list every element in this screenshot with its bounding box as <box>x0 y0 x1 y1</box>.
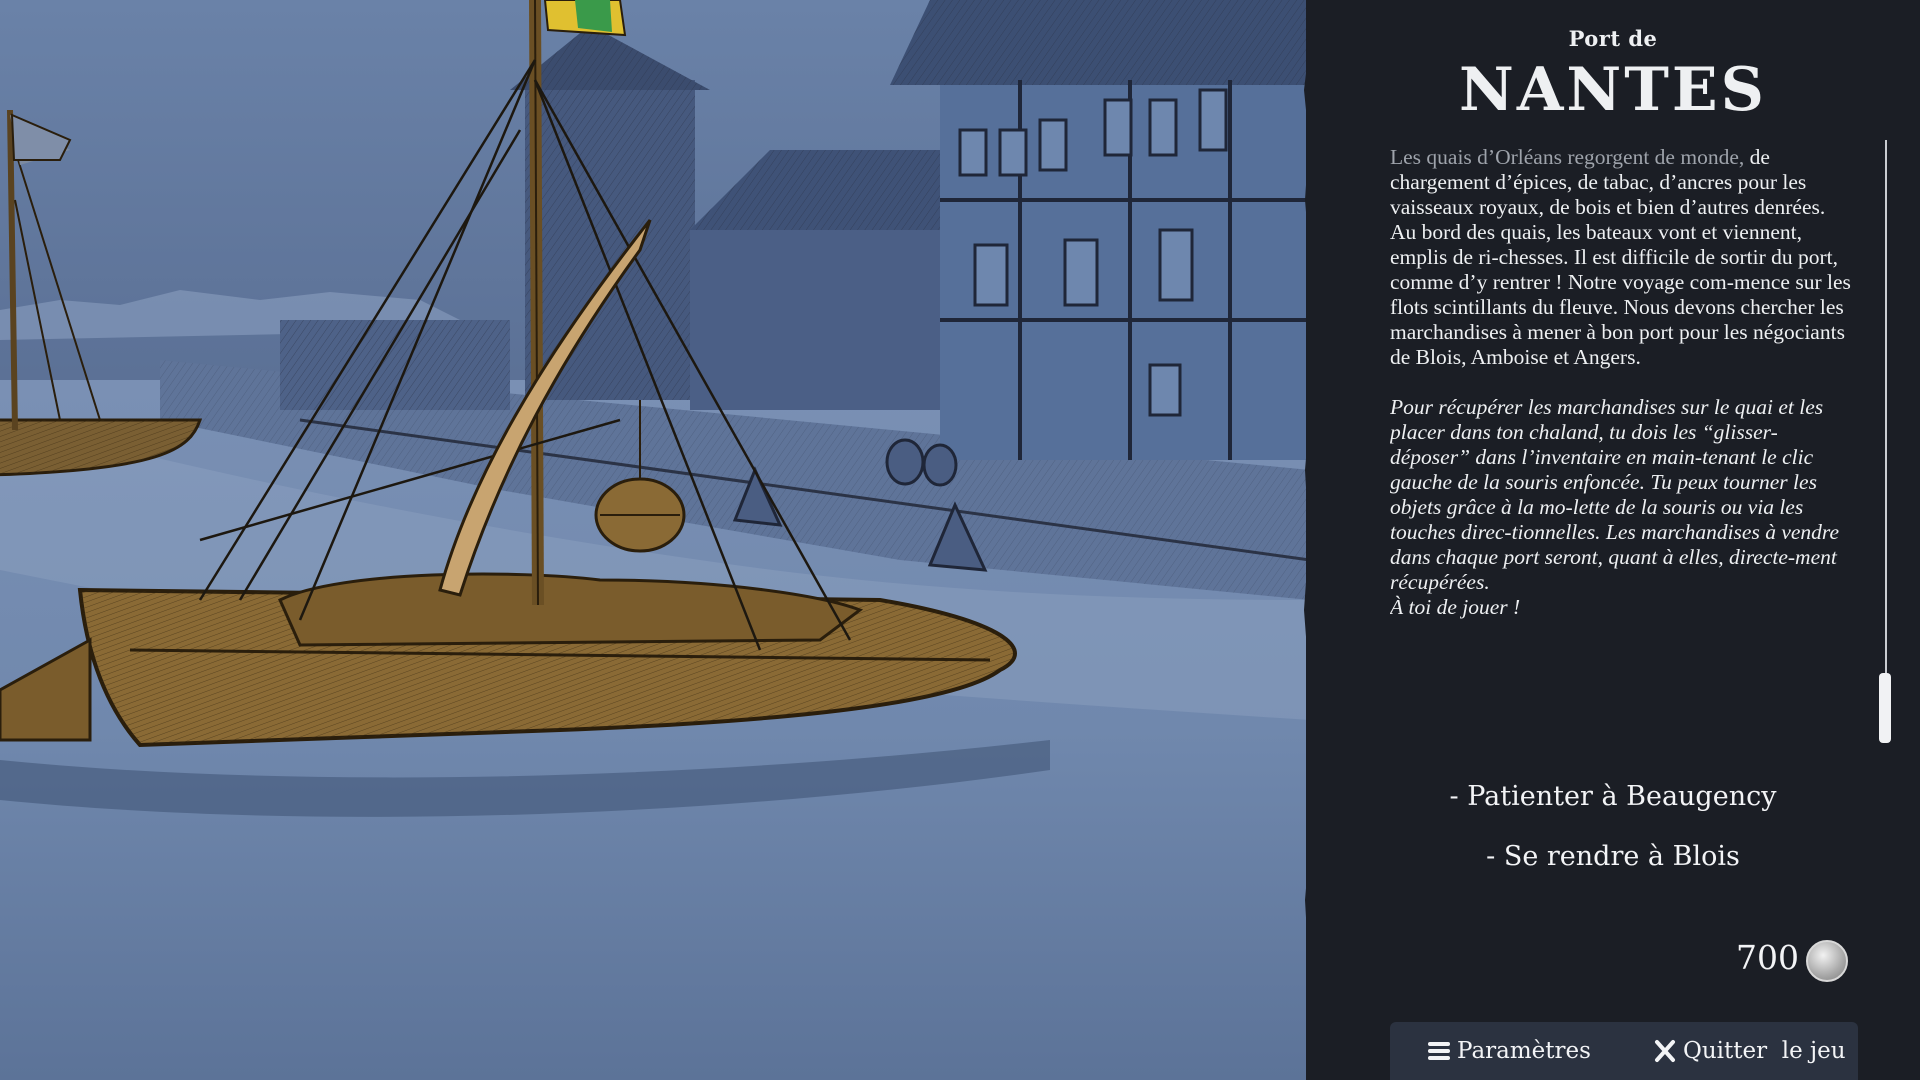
settings-button[interactable]: Paramètres <box>1426 1034 1591 1068</box>
mast-flag <box>543 0 627 37</box>
money-amount: 700 <box>1736 938 1799 977</box>
story-text[interactable]: Les quais d’Orléans regorgent de monde, … <box>1390 145 1852 705</box>
scrollbar-track[interactable] <box>1885 140 1887 740</box>
story-first-line: Les quais d’Orléans regorgent de monde, <box>1390 145 1745 169</box>
story-paragraph-1: Les quais d’Orléans regorgent de monde, … <box>1390 145 1852 370</box>
quit-label: Quitter le jeu <box>1683 1038 1846 1064</box>
port-title: NANTES <box>1459 55 1767 125</box>
harbor-illustration <box>0 0 1310 1080</box>
story-paragraph-1-rest: de chargement d’épices, de tabac, d’ancr… <box>1390 145 1851 369</box>
harbor-scene-art <box>0 0 1310 1080</box>
menu-icon <box>1428 1042 1450 1060</box>
settings-label: Paramètres <box>1457 1038 1591 1064</box>
port-info-panel: Port de NANTES Les quais d’Orléans regor… <box>1306 0 1920 1080</box>
story-closing: À toi de jouer ! <box>1390 595 1521 619</box>
quit-button[interactable]: Quitter le jeu <box>1652 1034 1846 1068</box>
close-icon <box>1655 1040 1675 1062</box>
story-paragraph-2: Pour récupérer les marchandises sur le q… <box>1390 395 1840 594</box>
port-prefix: Port de <box>1568 26 1658 51</box>
scrollbar-thumb[interactable] <box>1879 673 1891 743</box>
coin-icon <box>1806 940 1848 982</box>
choice-wait-beaugency[interactable]: - Patienter à Beaugency <box>1306 781 1920 812</box>
choice-go-blois[interactable]: - Se rendre à Blois <box>1306 841 1920 872</box>
